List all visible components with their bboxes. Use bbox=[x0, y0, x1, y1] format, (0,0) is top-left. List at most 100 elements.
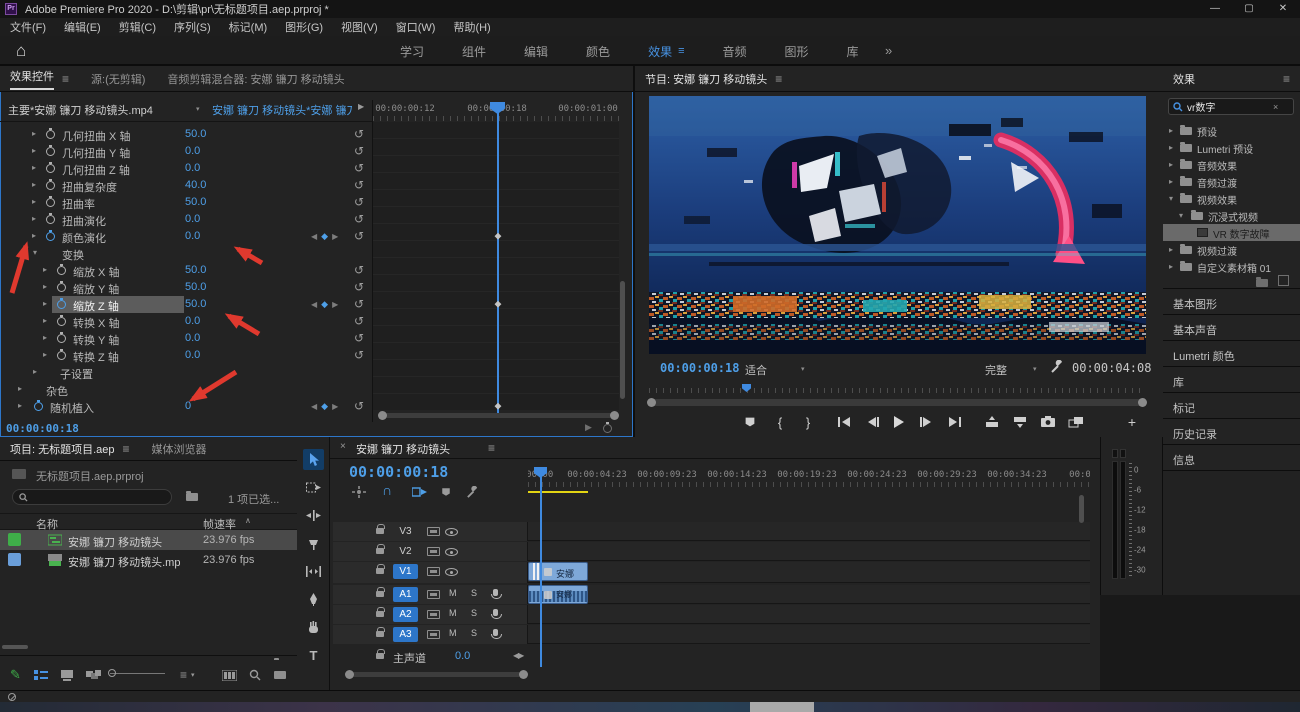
close-tab-icon[interactable]: × bbox=[340, 441, 346, 452]
list-view-button[interactable] bbox=[34, 660, 48, 690]
chevron-right-icon[interactable]: ▸ bbox=[43, 265, 47, 274]
menu-edit[interactable]: 编辑(E) bbox=[64, 19, 101, 35]
stopwatch-icon[interactable] bbox=[46, 147, 55, 156]
zoom-handle-left[interactable] bbox=[345, 670, 354, 679]
chevron-down-icon[interactable]: ▾ bbox=[1169, 194, 1173, 203]
keyframe-timeline[interactable] bbox=[373, 122, 619, 410]
stopwatch-icon[interactable] bbox=[46, 215, 55, 224]
find-button[interactable] bbox=[249, 660, 261, 690]
panel-lumetri-color[interactable]: Lumetri 颜色 bbox=[1163, 340, 1300, 366]
step-back-button[interactable] bbox=[861, 412, 883, 432]
chevron-right-icon[interactable]: ▸ bbox=[43, 333, 47, 342]
keyframe-diamond[interactable]: ◆ bbox=[495, 401, 502, 412]
zoom-handle-left[interactable] bbox=[378, 411, 387, 420]
video-clip[interactable]: 安娜 bbox=[528, 562, 588, 581]
tab-sequence[interactable]: 安娜 镰刀 移动镜头 bbox=[356, 441, 450, 457]
prev-keyframe-icon[interactable]: ◀ bbox=[311, 300, 321, 309]
param-value[interactable]: 0 bbox=[185, 400, 191, 412]
master-keyframe-nav-icon[interactable]: ◀▶ bbox=[513, 651, 523, 660]
workspace-assembly[interactable]: 组件 bbox=[462, 43, 486, 60]
timeline-playhead-line[interactable] bbox=[540, 477, 542, 667]
tree-bin-immersive-video[interactable]: ▾ 沉浸式视频 bbox=[1163, 207, 1300, 224]
timeline-settings-wrench-icon[interactable] bbox=[466, 486, 479, 499]
project-search-box[interactable] bbox=[12, 489, 172, 505]
stopwatch-icon[interactable] bbox=[57, 266, 66, 275]
panel-menu-icon[interactable]: ≡ bbox=[62, 72, 69, 86]
sync-lock-icon[interactable] bbox=[427, 590, 440, 599]
chevron-right-icon[interactable]: ▸ bbox=[43, 316, 47, 325]
keyframe-diamond[interactable]: ◆ bbox=[495, 299, 502, 310]
workspace-graphics[interactable]: 图形 bbox=[785, 43, 809, 60]
chevron-right-icon[interactable]: ▸ bbox=[1169, 143, 1173, 152]
effects-search-input[interactable] bbox=[1187, 101, 1273, 112]
toggle-track-output-eye-icon[interactable] bbox=[445, 568, 458, 576]
add-keyframe-icon[interactable]: ◆ bbox=[321, 299, 332, 310]
tab-audio-clip-mixer[interactable]: 音频剪辑混合器: 安娜 镰刀 移动镜头 bbox=[167, 71, 344, 87]
panel-menu-icon[interactable]: ≡ bbox=[775, 72, 782, 86]
linked-selection-icon[interactable] bbox=[412, 486, 427, 498]
settings-wrench-icon[interactable] bbox=[1050, 360, 1064, 374]
program-video-frame[interactable] bbox=[649, 96, 1146, 354]
comparison-view-button[interactable] bbox=[1065, 412, 1087, 432]
effects-search-box[interactable]: × bbox=[1168, 98, 1294, 115]
master-volume-value[interactable]: 0.0 bbox=[455, 650, 470, 662]
tree-bin-presets[interactable]: ▸ 预设 bbox=[1163, 122, 1300, 139]
menu-window[interactable]: 窗口(W) bbox=[396, 19, 436, 35]
go-to-in-button[interactable] bbox=[833, 412, 855, 432]
workspace-editing[interactable]: 编辑 bbox=[524, 43, 548, 60]
project-hscrollbar[interactable] bbox=[2, 645, 28, 649]
home-icon[interactable]: ⌂ bbox=[16, 41, 26, 61]
lock-icon[interactable] bbox=[376, 631, 384, 637]
solo-button[interactable]: S bbox=[471, 628, 477, 638]
zoom-level-select[interactable]: 适合 bbox=[745, 362, 767, 378]
lock-icon[interactable] bbox=[376, 611, 384, 617]
stopwatch-icon[interactable] bbox=[46, 198, 55, 207]
toggle-track-output-eye-icon[interactable] bbox=[445, 528, 458, 536]
reset-icon[interactable]: ↺ bbox=[354, 263, 364, 277]
stopwatch-active-icon[interactable] bbox=[46, 232, 55, 241]
tree-bin-video-effects[interactable]: ▾ 视频效果 bbox=[1163, 190, 1300, 207]
chevron-right-icon[interactable]: ▸ bbox=[1169, 262, 1173, 271]
track-v1[interactable]: V1 安娜 bbox=[333, 562, 1090, 583]
chevron-right-icon[interactable]: ▸ bbox=[1169, 126, 1173, 135]
reset-icon[interactable]: ↺ bbox=[354, 127, 364, 141]
lock-icon[interactable] bbox=[376, 591, 384, 597]
reset-icon[interactable]: ↺ bbox=[354, 399, 364, 413]
menu-file[interactable]: 文件(F) bbox=[10, 19, 46, 35]
stopwatch-icon[interactable] bbox=[57, 283, 66, 292]
menu-markers[interactable]: 标记(M) bbox=[229, 19, 268, 35]
track-select-forward-tool[interactable] bbox=[303, 477, 324, 498]
param-value[interactable]: 0.0 bbox=[185, 230, 200, 242]
menu-help[interactable]: 帮助(H) bbox=[453, 19, 490, 35]
mark-in-button[interactable]: { bbox=[769, 412, 791, 432]
panel-info[interactable]: 信息 bbox=[1163, 444, 1300, 470]
ec-zoom-scrollbar[interactable] bbox=[382, 413, 614, 418]
project-search-input[interactable] bbox=[33, 491, 163, 502]
chevron-right-icon[interactable]: ▸ bbox=[43, 350, 47, 359]
chevron-right-icon[interactable]: ▸ bbox=[1169, 177, 1173, 186]
play-button[interactable] bbox=[887, 412, 909, 432]
tab-program[interactable]: 节目: 安娜 镰刀 移动镜头 bbox=[645, 71, 767, 87]
timeline-vscrollbar[interactable] bbox=[1079, 495, 1084, 523]
search-bin-icon[interactable] bbox=[186, 493, 198, 501]
chevron-right-icon[interactable]: ▸ bbox=[1169, 160, 1173, 169]
new-bin-button[interactable] bbox=[274, 660, 286, 690]
tab-effect-controls[interactable]: 效果控件 bbox=[10, 68, 54, 90]
group-label[interactable]: 子设置 bbox=[60, 366, 93, 382]
param-value[interactable]: 0.0 bbox=[185, 213, 200, 225]
sync-lock-icon[interactable] bbox=[427, 567, 440, 576]
timeline-zoom-scrollbar[interactable] bbox=[351, 672, 521, 677]
sync-lock-icon[interactable] bbox=[427, 610, 440, 619]
param-value[interactable]: 0.0 bbox=[185, 349, 200, 361]
add-marker-button[interactable] bbox=[739, 412, 761, 432]
mute-button[interactable]: M bbox=[449, 608, 457, 618]
solo-button[interactable]: S bbox=[471, 588, 477, 598]
reset-icon[interactable]: ↺ bbox=[354, 331, 364, 345]
label-chip-green[interactable] bbox=[8, 533, 21, 546]
menu-view[interactable]: 视图(V) bbox=[341, 19, 378, 35]
program-zoom-scrollbar[interactable] bbox=[649, 399, 1146, 406]
tab-project[interactable]: 项目: 无标题项目.aep bbox=[10, 441, 115, 457]
hand-tool[interactable] bbox=[303, 617, 324, 638]
clear-search-icon[interactable]: × bbox=[1273, 102, 1278, 112]
next-clip-icon[interactable]: ▶ bbox=[358, 102, 364, 111]
